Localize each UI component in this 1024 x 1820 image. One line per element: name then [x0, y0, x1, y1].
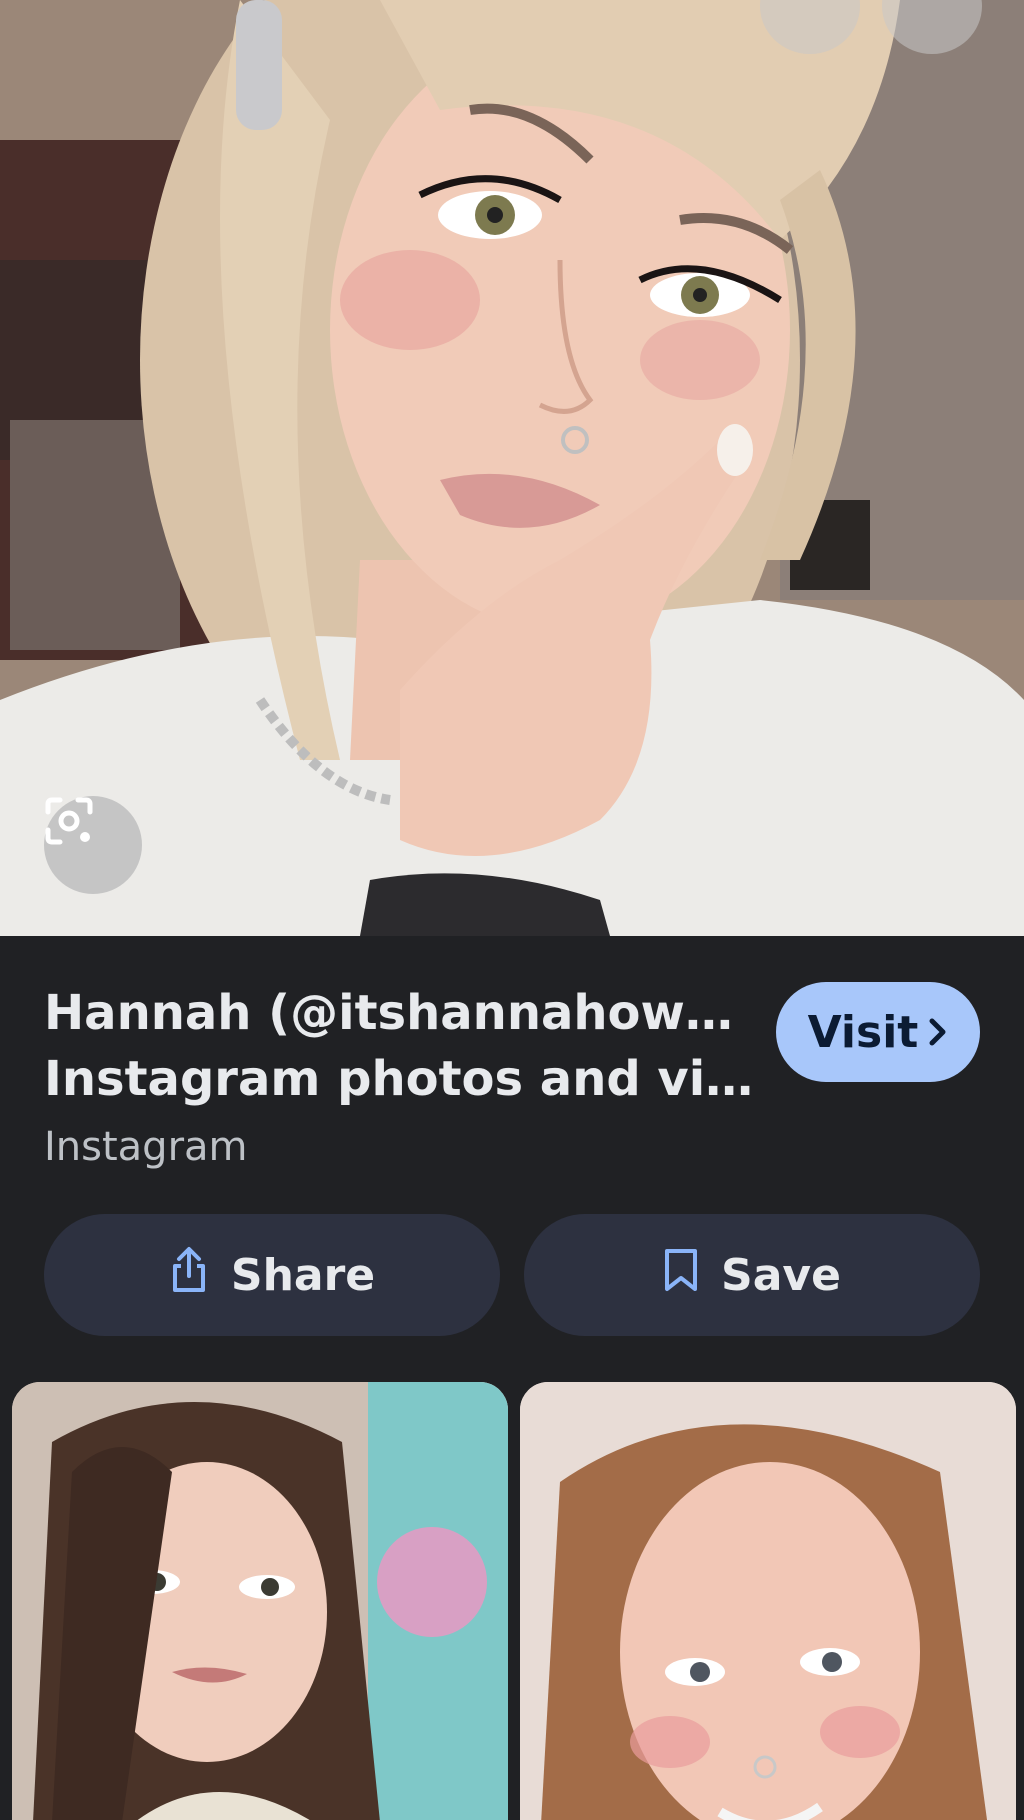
share-icon	[169, 1246, 209, 1305]
portrait-photo	[0, 0, 1024, 936]
share-button[interactable]: Share	[44, 1214, 500, 1336]
visit-label: Visit	[807, 1006, 919, 1058]
result-title-line-1: Hannah (@itshannahowo) •	[44, 985, 754, 1041]
chevron-right-icon	[928, 1007, 948, 1058]
share-label: Share	[230, 1249, 376, 1301]
lens-search-button[interactable]	[44, 796, 142, 894]
result-title-line-2: Instagram photos and vide…	[44, 1051, 754, 1107]
related-image[interactable]	[520, 1382, 1016, 1820]
save-label: Save	[721, 1249, 841, 1301]
related-photo-2	[520, 1382, 1016, 1820]
save-button[interactable]: Save	[524, 1214, 980, 1336]
related-image[interactable]	[12, 1382, 508, 1820]
related-photo-1	[12, 1382, 508, 1820]
source-name: Instagram	[44, 1124, 248, 1170]
result-title[interactable]: Hannah (@itshannahowo) • Instagram photo…	[44, 980, 754, 1112]
visit-button[interactable]: Visit	[776, 982, 980, 1082]
main-image[interactable]	[0, 0, 1024, 936]
bookmark-icon	[663, 1247, 699, 1304]
